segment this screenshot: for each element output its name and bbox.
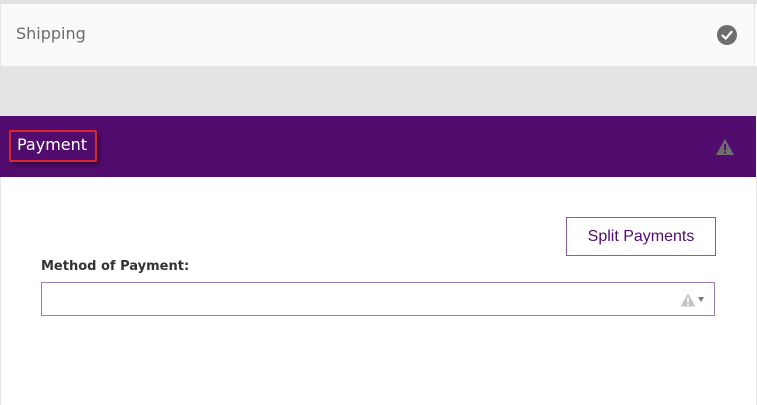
- warning-icon: [680, 292, 696, 307]
- chevron-down-icon[interactable]: [698, 297, 704, 302]
- split-payments-button[interactable]: Split Payments: [566, 217, 716, 256]
- method-of-payment-select[interactable]: [41, 282, 715, 316]
- warning-icon: [715, 138, 735, 156]
- check-circle-icon: [717, 25, 737, 45]
- section-spacer: [0, 66, 757, 116]
- shipping-section-header[interactable]: Shipping: [0, 4, 755, 66]
- payment-section-header[interactable]: Payment: [0, 116, 756, 177]
- payment-title: Payment: [9, 130, 98, 162]
- method-of-payment-label: Method of Payment:: [41, 259, 190, 274]
- shipping-title: Shipping: [16, 24, 86, 43]
